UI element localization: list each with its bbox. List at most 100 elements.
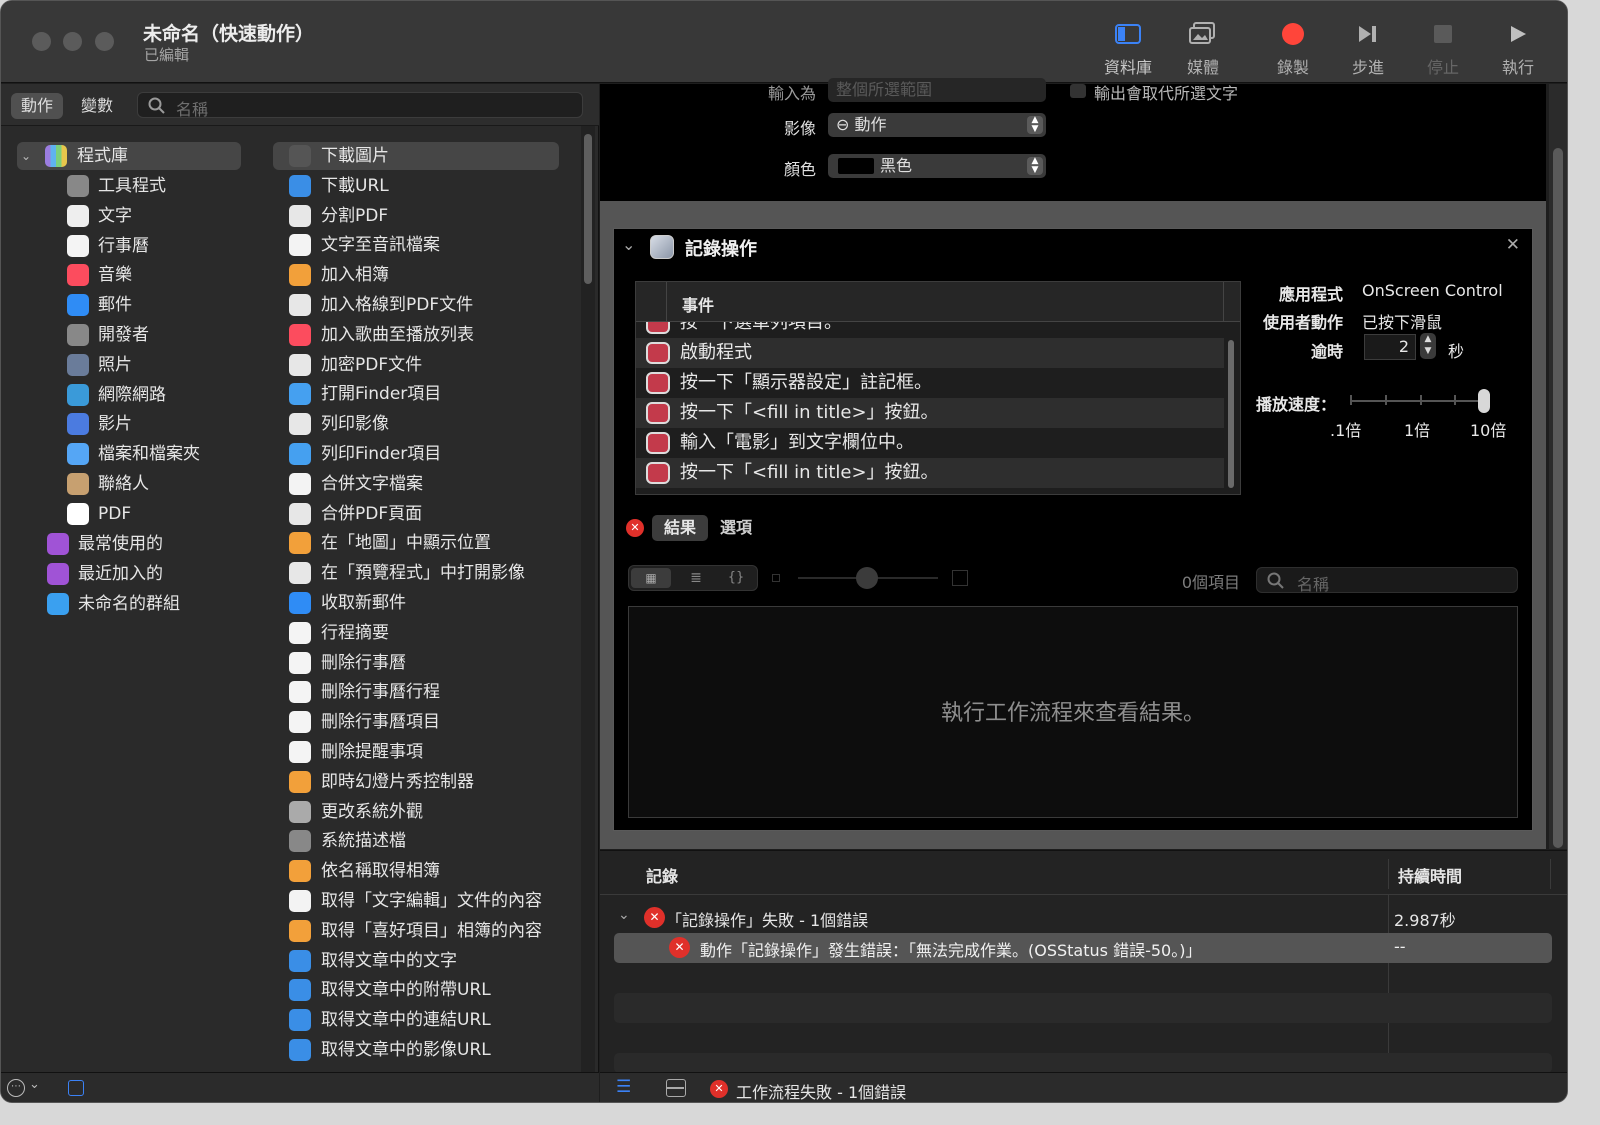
- timeout-stepper[interactable]: ▲ ▼: [1420, 333, 1436, 359]
- split-view-icon[interactable]: [666, 1079, 686, 1097]
- library-item[interactable]: PDF: [1, 500, 241, 528]
- event-row[interactable]: 啟動程式: [636, 338, 1224, 368]
- list-view-icon[interactable]: ≣: [681, 568, 711, 588]
- tab-options[interactable]: 選項: [720, 515, 752, 541]
- library-item[interactable]: 工具程式: [1, 172, 241, 200]
- library-item[interactable]: 開發者: [1, 321, 241, 349]
- chevron-down-icon[interactable]: ⌄: [29, 1077, 40, 1092]
- slider-knob[interactable]: [1478, 389, 1490, 413]
- action-item[interactable]: 刪除行事曆: [273, 649, 559, 677]
- error-badge-icon: ✕: [626, 519, 644, 537]
- library-item[interactable]: 郵件: [1, 291, 241, 319]
- log-row-error[interactable]: ✕ 動作「記錄操作」發生錯誤：「無法完成作業。(OSStatus 錯誤-50。)…: [614, 933, 1552, 963]
- replace-selection-checkbox[interactable]: [1070, 84, 1086, 98]
- library-item[interactable]: 檔案和檔案夾: [1, 440, 241, 468]
- action-item[interactable]: 加入格線到PDF文件: [273, 291, 559, 319]
- disclosure-chevron-icon[interactable]: ⌄: [622, 235, 635, 254]
- library-group-item[interactable]: 最常使用的: [1, 530, 241, 558]
- action-item[interactable]: 更改系統外觀: [273, 798, 559, 826]
- library-toolbar-button[interactable]: 資料庫: [1093, 19, 1163, 78]
- stop-toolbar-button[interactable]: 停止: [1408, 19, 1478, 78]
- action-item[interactable]: 取得「喜好項目」相簿的內容: [273, 917, 559, 945]
- action-item[interactable]: 分割PDF: [273, 202, 559, 230]
- sidebar-search-input[interactable]: 名稱: [137, 92, 583, 119]
- log-list-icon[interactable]: ☰: [616, 1077, 631, 1097]
- media-toolbar-button[interactable]: 媒體: [1168, 19, 1238, 78]
- playback-speed-slider[interactable]: [1350, 389, 1490, 413]
- action-item[interactable]: 列印Finder項目: [273, 440, 559, 468]
- event-row[interactable]: 按一下「<fill in title>」按鈕。: [636, 398, 1224, 428]
- minimize-window-button[interactable]: [63, 32, 82, 51]
- library-item[interactable]: 影片: [1, 410, 241, 438]
- action-item[interactable]: 取得文章中的連結URL: [273, 1006, 559, 1034]
- tab-results[interactable]: 結果: [652, 515, 708, 541]
- zoom-window-button[interactable]: [95, 32, 114, 51]
- action-item[interactable]: 文字至音訊檔案: [273, 231, 559, 259]
- action-item[interactable]: 行程摘要: [273, 619, 559, 647]
- log-row-summary[interactable]: ⌄ ✕ 「記錄操作」失敗 - 1個錯誤 2.987秒: [614, 903, 1552, 933]
- action-item[interactable]: 列印影像: [273, 410, 559, 438]
- run-toolbar-button[interactable]: 執行: [1483, 19, 1553, 78]
- library-item[interactable]: 聯絡人: [1, 470, 241, 498]
- action-item[interactable]: 打開Finder項目: [273, 380, 559, 408]
- tab-variables[interactable]: 變數: [71, 93, 123, 119]
- empty-results-message: 執行工作流程來查看結果。: [940, 701, 1205, 726]
- action-item[interactable]: 取得文章中的文字: [273, 947, 559, 975]
- scrollbar-thumb[interactable]: [584, 134, 592, 284]
- options-menu-icon[interactable]: ⋯: [7, 1079, 25, 1097]
- action-item[interactable]: 在「地圖」中顯示位置: [273, 529, 559, 557]
- action-item[interactable]: 收取新郵件: [273, 589, 559, 617]
- close-icon[interactable]: ✕: [1506, 235, 1520, 255]
- action-item[interactable]: 在「預覽程式」中打開影像: [273, 559, 559, 587]
- image-popup[interactable]: ⊖ 動作 ▲ ▼: [828, 113, 1046, 137]
- input-type-popup[interactable]: 整個所選範圍: [828, 78, 1046, 102]
- workflow-scrollbar[interactable]: [1549, 84, 1567, 849]
- event-row[interactable]: 輸入「電影」到文字欄位中。: [636, 428, 1224, 458]
- library-item[interactable]: 文字: [1, 202, 241, 230]
- library-item[interactable]: 網際網路: [1, 381, 241, 409]
- description-toggle-icon[interactable]: [68, 1080, 84, 1096]
- action-item[interactable]: 下載URL: [273, 172, 559, 200]
- action-icon: [289, 413, 311, 436]
- scrollbar-thumb[interactable]: [1553, 148, 1563, 848]
- disclosure-chevron-icon[interactable]: ⌄: [618, 907, 630, 923]
- action-item[interactable]: 刪除行事曆行程: [273, 678, 559, 706]
- action-item[interactable]: 加入歌曲至播放列表: [273, 321, 559, 349]
- action-item[interactable]: 取得文章中的影像URL: [273, 1036, 559, 1064]
- library-group-item[interactable]: 未命名的群組: [1, 590, 241, 618]
- library-root-item[interactable]: ⌄ 程式庫: [17, 142, 241, 170]
- close-window-button[interactable]: [32, 32, 51, 51]
- json-view-icon[interactable]: {}: [721, 568, 751, 588]
- event-row[interactable]: 按一下「<fill in title>」按鈕。: [636, 458, 1224, 488]
- icon-view-icon[interactable]: ▦: [631, 568, 671, 588]
- action-item[interactable]: 加密PDF文件: [273, 351, 559, 379]
- action-item[interactable]: 加入相簿: [273, 261, 559, 289]
- zoom-slider[interactable]: [772, 567, 982, 589]
- events-scrollbar[interactable]: [1228, 340, 1234, 488]
- results-search-input[interactable]: 名稱: [1256, 567, 1518, 594]
- event-row[interactable]: 按一下選單列項目。: [636, 322, 1224, 338]
- record-toolbar-button[interactable]: 錄製: [1258, 19, 1328, 78]
- library-group-item[interactable]: 最近加入的: [1, 560, 241, 588]
- step-toolbar-button[interactable]: 步進: [1333, 19, 1403, 78]
- action-item[interactable]: 下載圖片: [273, 142, 559, 170]
- action-item[interactable]: 刪除提醒事項: [273, 738, 559, 766]
- action-item[interactable]: 合併文字檔案: [273, 470, 559, 498]
- library-item[interactable]: 照片: [1, 351, 241, 379]
- library-item[interactable]: 行事曆: [1, 232, 241, 260]
- popup-arrows-icon: ▲ ▼: [1027, 116, 1043, 134]
- action-item[interactable]: 刪除行事曆項目: [273, 708, 559, 736]
- color-popup[interactable]: 黑色 ▲ ▼: [828, 154, 1046, 178]
- timeout-field[interactable]: 2: [1364, 334, 1416, 360]
- action-item[interactable]: 合併PDF頁面: [273, 500, 559, 528]
- action-item[interactable]: 取得文章中的附帶URL: [273, 976, 559, 1004]
- tab-actions[interactable]: 動作: [11, 93, 64, 119]
- action-item[interactable]: 即時幻燈片秀控制器: [273, 768, 559, 796]
- event-row[interactable]: 按一下「顯示器設定」註記框。: [636, 368, 1224, 398]
- library-item[interactable]: 音樂: [1, 261, 241, 289]
- action-item[interactable]: 系統描述檔: [273, 827, 559, 855]
- action-item[interactable]: 依名稱取得相簿: [273, 857, 559, 885]
- action-item[interactable]: 取得「文字編輯」文件的內容: [273, 887, 559, 915]
- events-table-header: 事件: [636, 282, 1240, 322]
- sidebar-scrollbar[interactable]: [581, 126, 595, 1072]
